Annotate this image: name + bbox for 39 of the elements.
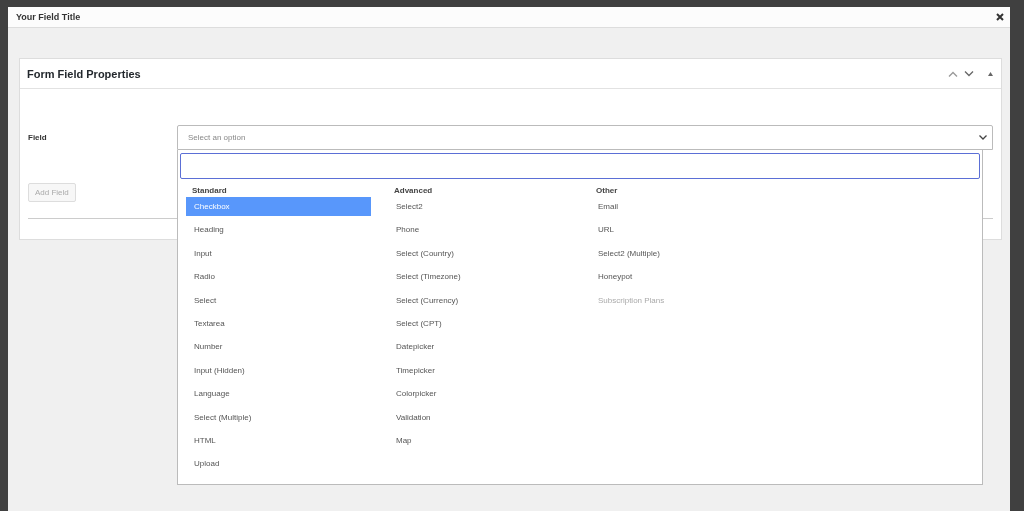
caret-icon <box>979 135 987 140</box>
panel-title: Form Field Properties <box>27 67 141 80</box>
dropdown-option[interactable]: Timepicker <box>388 360 573 381</box>
dropdown-option[interactable]: URL <box>590 220 775 240</box>
dropdown-option[interactable]: Select (Currency) <box>388 290 573 310</box>
field-label: Field <box>28 133 48 142</box>
dropdown-option[interactable]: Honeypot <box>590 267 775 287</box>
group-heading: Standard <box>191 185 228 197</box>
dropdown-option[interactable]: Upload <box>186 454 371 474</box>
dropdown-option[interactable]: Input <box>186 243 371 264</box>
field-select[interactable]: Select an option <box>177 125 993 150</box>
dropdown-option[interactable]: Email <box>590 197 775 217</box>
chevron-down-icon[interactable] <box>964 70 974 77</box>
group-heading: Advanced <box>393 185 434 197</box>
dropdown-option[interactable]: Select (Timezone) <box>388 267 573 287</box>
dropdown-option[interactable]: Select (Multiple) <box>186 407 371 427</box>
dropdown-option[interactable]: Map <box>388 430 573 451</box>
dropdown-option[interactable]: Colorpicker <box>388 384 573 404</box>
dropdown-option[interactable]: Language <box>186 384 371 404</box>
dropdown-option[interactable]: HTML <box>186 430 371 451</box>
close-icon[interactable] <box>996 13 1004 21</box>
dropdown-option[interactable]: Select2 <box>388 197 573 217</box>
dropdown-option[interactable]: Phone <box>388 220 573 240</box>
dropdown-option[interactable]: Textarea <box>186 313 371 334</box>
dropdown-option[interactable]: Select (CPT) <box>388 313 573 334</box>
search-field[interactable] <box>180 153 980 179</box>
dropdown-option[interactable]: Select <box>186 290 371 310</box>
dropdown-option[interactable]: Datepicker <box>388 337 573 357</box>
dropdown-option[interactable]: Select (Country) <box>388 243 573 264</box>
chevron-up-icon[interactable] <box>948 70 958 77</box>
group-heading: Other <box>595 185 619 197</box>
window-title: Your Field Title <box>16 12 81 22</box>
collapse-icon[interactable] <box>988 71 993 76</box>
dropdown-option[interactable]: Heading <box>186 220 371 240</box>
dropdown-option[interactable]: Input (Hidden) <box>186 360 371 381</box>
dropdown-option[interactable]: Radio <box>186 267 371 287</box>
dropdown-option[interactable]: Validation <box>388 407 573 427</box>
dropdown-option[interactable]: Number <box>186 337 371 357</box>
dropdown-option[interactable]: Select2 (Multiple) <box>590 243 775 264</box>
